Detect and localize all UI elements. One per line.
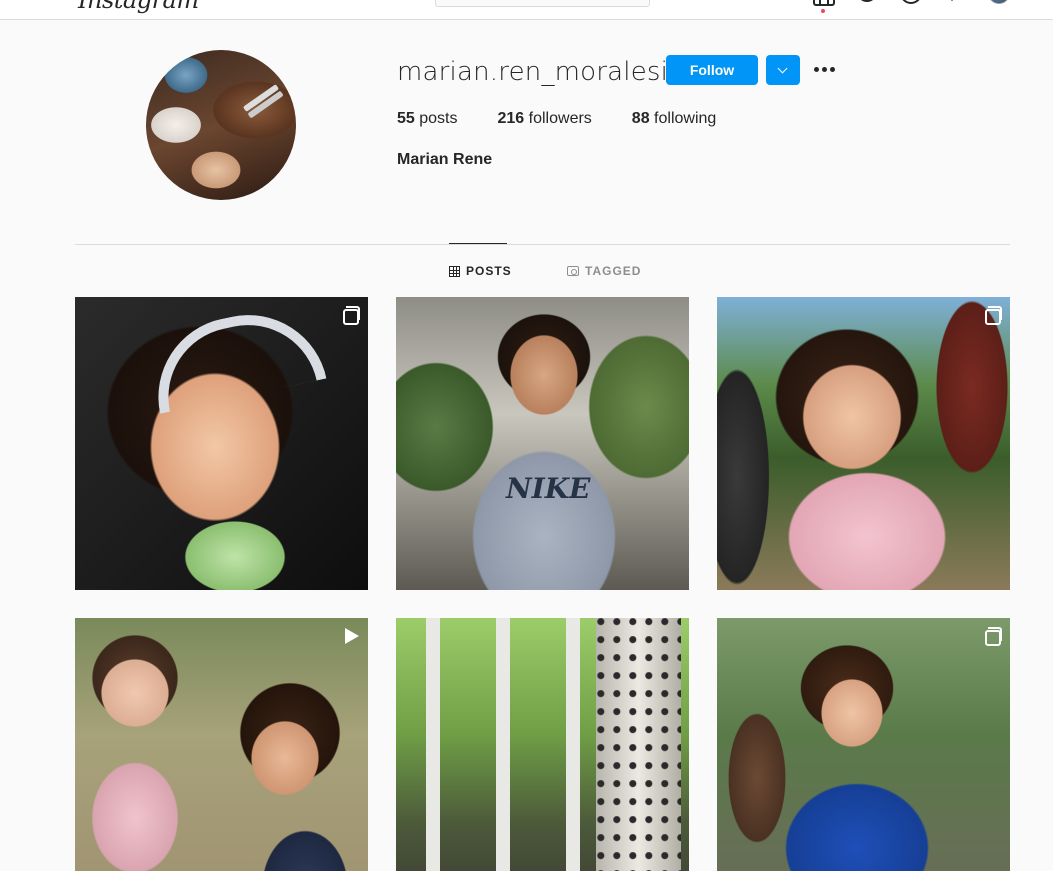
posts-count-label: posts	[419, 110, 458, 127]
instagram-logo[interactable]: Instagram	[78, 0, 199, 14]
post-thumbnail[interactable]	[75, 297, 368, 590]
profile-avatar[interactable]	[146, 50, 296, 200]
follow-button[interactable]: Follow	[666, 55, 758, 85]
tag-icon	[567, 266, 579, 276]
heart-icon[interactable]	[942, 0, 962, 1]
top-navigation: Instagram	[0, 0, 1053, 20]
tabs-divider	[75, 244, 1010, 245]
post-thumbnail[interactable]	[396, 297, 689, 590]
video-icon	[345, 628, 359, 644]
more-dot-icon	[814, 67, 819, 72]
notification-dot	[821, 9, 825, 13]
profile-avatar-icon[interactable]	[988, 0, 1010, 4]
post-thumbnail[interactable]	[717, 618, 1010, 871]
post-thumbnail[interactable]	[717, 297, 1010, 590]
following-link[interactable]: 88 following	[632, 110, 717, 128]
post-thumbnail[interactable]	[75, 618, 368, 871]
more-options-button[interactable]	[812, 58, 838, 82]
carousel-icon	[343, 306, 360, 325]
profile-username: marian.ren_moralesih	[397, 57, 685, 87]
messenger-icon[interactable]	[857, 0, 877, 2]
followers-count-value: 216	[497, 110, 525, 127]
following-count-value: 88	[631, 110, 650, 127]
posts-count-value: 55	[397, 110, 415, 127]
chevron-down-icon	[777, 63, 788, 74]
tab-tagged-label: TAGGED	[585, 264, 642, 278]
grid-icon	[449, 265, 460, 277]
active-tab-indicator	[449, 243, 507, 244]
profile-full-name: Marian Rene	[397, 151, 493, 168]
tab-posts[interactable]: POSTS	[449, 264, 512, 278]
carousel-icon	[985, 627, 1002, 646]
tab-posts-label: POSTS	[466, 264, 512, 278]
suggested-dropdown-button[interactable]	[766, 55, 800, 85]
carousel-icon	[985, 306, 1002, 325]
posts-count: 55 posts	[397, 110, 458, 128]
more-dot-icon	[830, 67, 835, 72]
tab-tagged[interactable]: TAGGED	[567, 264, 641, 278]
more-dot-icon	[822, 67, 827, 72]
followers-link[interactable]: 216 followers	[498, 110, 592, 128]
post-thumbnail[interactable]	[396, 618, 689, 871]
home-icon[interactable]	[813, 0, 835, 6]
profile-stats: 55 posts 216 followers 88 following	[397, 110, 756, 128]
following-label: following	[654, 110, 717, 127]
search-input[interactable]	[435, 0, 650, 7]
carousel-icon	[664, 627, 681, 646]
explore-icon[interactable]	[900, 0, 922, 4]
followers-label: followers	[528, 110, 592, 127]
